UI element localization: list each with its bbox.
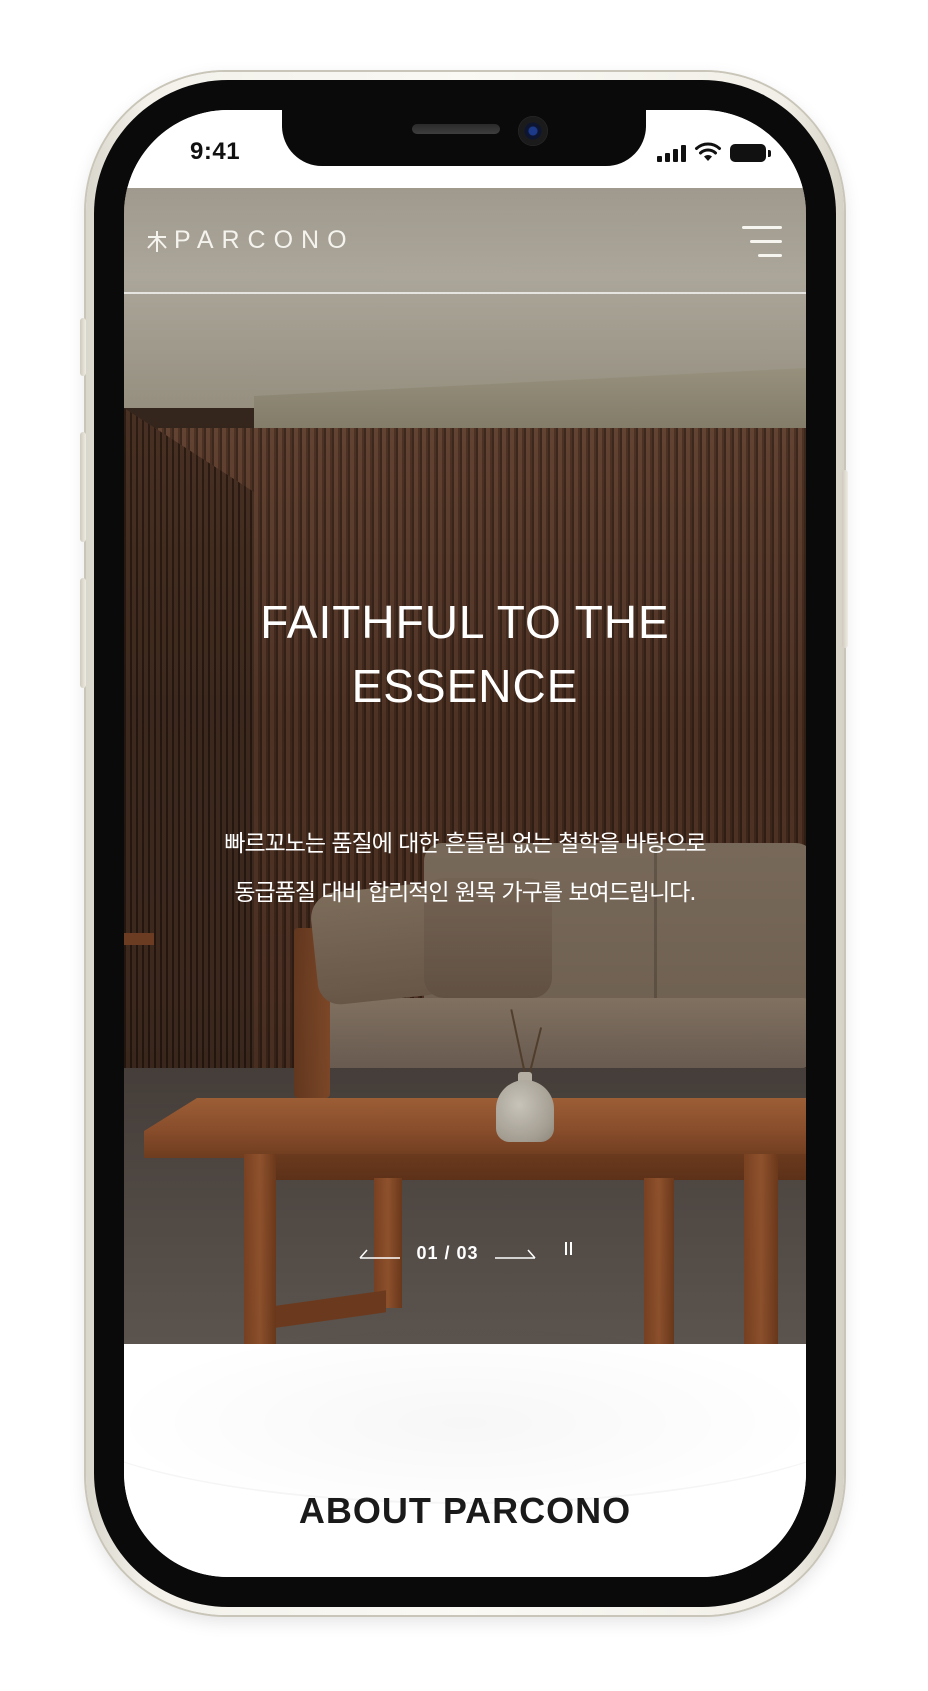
wifi-icon [695, 142, 721, 161]
site-header: PARCONO [124, 188, 806, 294]
speaker-grill [412, 124, 500, 134]
slide-current: 01 [416, 1242, 439, 1263]
volume-down-button [80, 578, 86, 688]
arrow-left-icon[interactable] [358, 1246, 402, 1260]
tree-icon [147, 230, 167, 252]
status-time: 9:41 [190, 138, 241, 165]
power-button [842, 470, 848, 648]
hero-description-line-2: 동급품질 대비 합리적인 원목 가구를 보여드립니다. [234, 880, 696, 906]
hero-title-line-2: ESSENCE [351, 660, 579, 712]
front-camera [518, 116, 548, 146]
signal-icon [657, 144, 686, 162]
hero-description: 빠르꼬노는 품질에 대한 흔들림 없는 철학을 바탕으로 동급품질 대비 합리적… [124, 820, 806, 918]
slide-total: 03 [456, 1242, 479, 1263]
hero-overlay [124, 188, 806, 1344]
hamburger-menu-icon[interactable] [738, 222, 782, 262]
slide-separator: / [444, 1242, 451, 1263]
header-divider [124, 292, 806, 294]
hero-title-line-1: FAITHFUL TO THE [260, 596, 670, 648]
phone-notch [282, 110, 646, 166]
slider-controls: 01 / 03 [124, 1238, 806, 1268]
hero-description-line-1: 빠르꼬노는 품질에 대한 흔들림 없는 철학을 바탕으로 [224, 831, 706, 857]
about-section: ABOUT PARCONO [124, 1304, 806, 1577]
slide-counter: 01 / 03 [416, 1243, 478, 1264]
phone-screen: 9:41 PARCONO FAITHFUL TO THE ESSENCE 빠르꼬… [124, 110, 806, 1577]
hero-title: FAITHFUL TO THE ESSENCE [124, 590, 806, 718]
arrow-right-icon[interactable] [493, 1246, 537, 1260]
volume-up-button [80, 432, 86, 542]
status-icons [657, 142, 771, 162]
silent-switch [80, 318, 86, 376]
logo[interactable]: PARCONO [146, 226, 355, 255]
about-curve-decoration [124, 1304, 806, 1504]
logo-text: PARCONO [174, 226, 355, 254]
battery-icon [730, 144, 771, 162]
pause-icon[interactable] [564, 1241, 572, 1255]
about-title: ABOUT PARCONO [298, 1490, 632, 1531]
hero-section: PARCONO FAITHFUL TO THE ESSENCE 빠르꼬노는 품질… [124, 188, 806, 1344]
logo-mark [146, 229, 168, 253]
